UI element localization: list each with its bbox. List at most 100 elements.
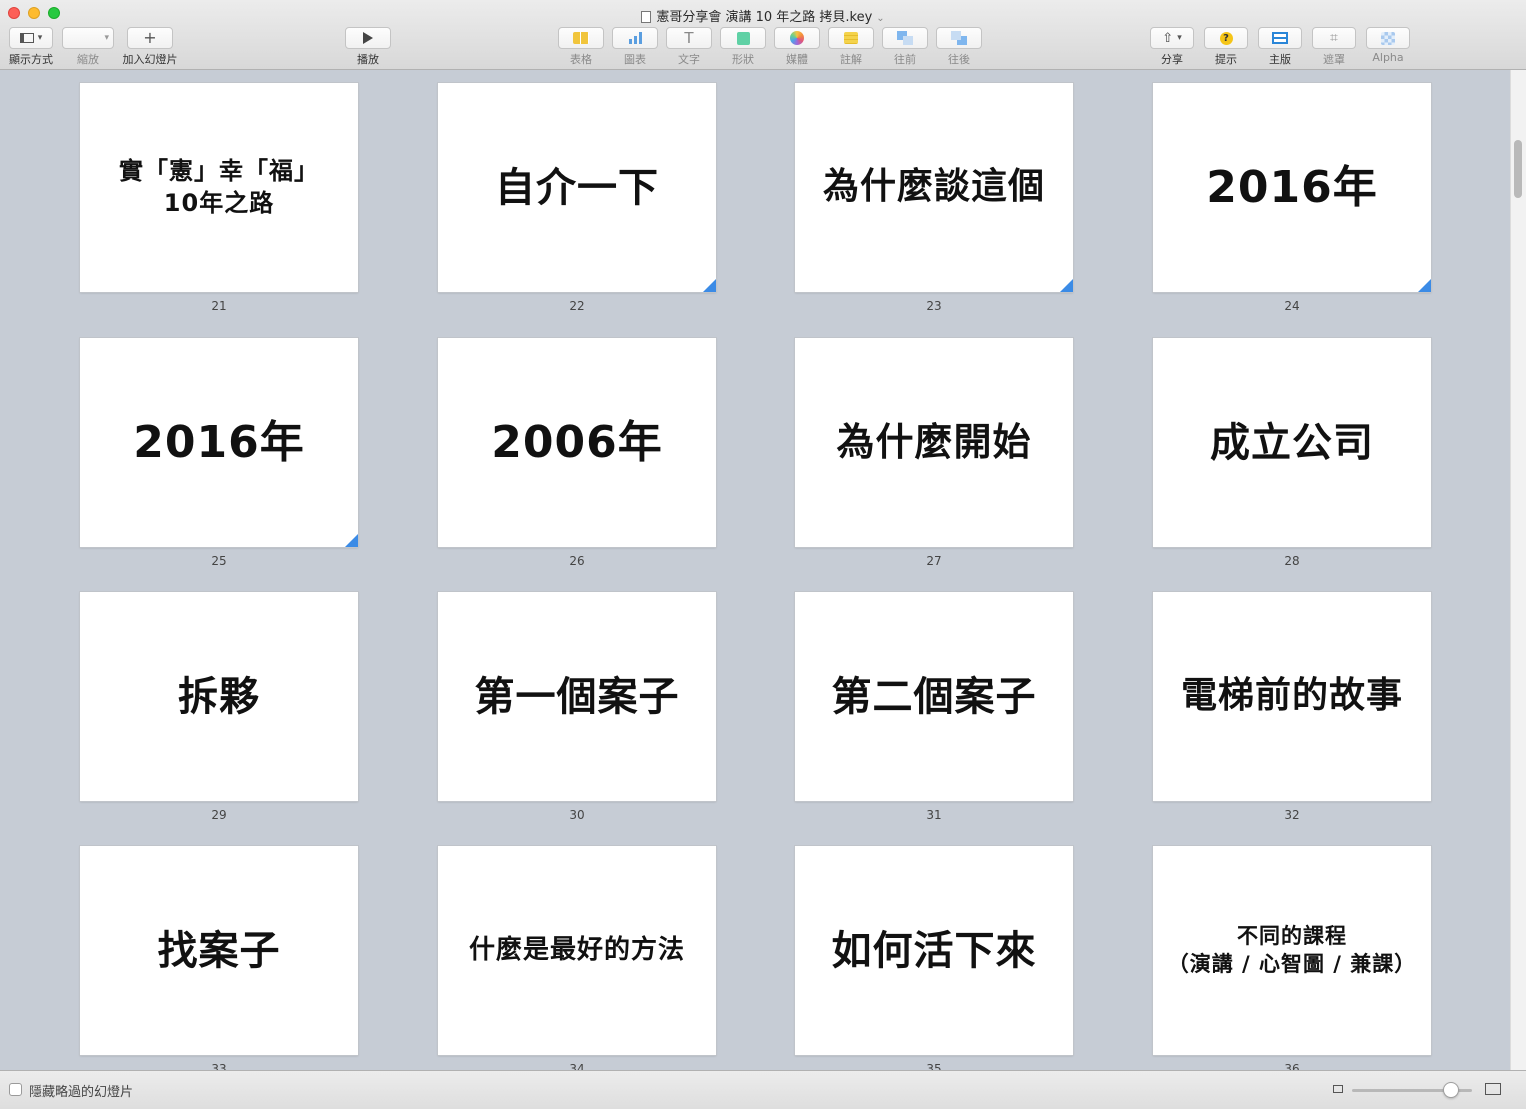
comment-button[interactable]: 註解 [828, 27, 874, 67]
mask-label: 遮罩 [1323, 53, 1345, 66]
play-button[interactable]: 播放 [345, 27, 391, 67]
slide-title-line: 2016年 [133, 416, 305, 468]
slide-number: 24 [1284, 299, 1300, 313]
table-icon [573, 32, 589, 44]
slide-number: 35 [926, 1062, 942, 1070]
slide-title-line: 實「憲」幸「福」 [119, 157, 319, 186]
slide-title: 2006年 [491, 414, 662, 471]
comment-label: 註解 [840, 53, 862, 66]
tips-label: 提示 [1215, 53, 1237, 66]
share-label: 分享 [1161, 53, 1183, 66]
play-triangle-icon [363, 32, 373, 44]
tips-button[interactable]: ? 提示 [1203, 27, 1249, 67]
slide-title: 成立公司 [1210, 417, 1374, 469]
slide-thumbnail[interactable]: 拆夥 [80, 592, 358, 801]
shape-button[interactable]: 形狀 [720, 27, 766, 67]
master-label: 主版 [1269, 53, 1291, 66]
zoom-label: 縮放 [77, 53, 99, 66]
slide-number: 25 [211, 554, 227, 568]
slide-title: 第二個案子 [832, 671, 1037, 723]
small-thumbnail-icon [1333, 1085, 1343, 1093]
slide-title-line: 什麼是最好的方法 [468, 934, 685, 965]
slide-title-line: 電梯前的故事 [1180, 675, 1403, 717]
toolbar: 憲哥分享會 演講 10 年之路 拷貝.key ⌄ ▾ 顯示方式 ▾ 縮放 + 加入… [0, 0, 1526, 70]
crop-icon: ⌗ [1330, 30, 1338, 46]
slide-thumbnail[interactable]: 找案子 [80, 846, 358, 1055]
skipped-slide-marker [1060, 279, 1073, 292]
slide-number: 32 [1284, 808, 1300, 822]
slide-title-line: 為什麼開始 [836, 419, 1032, 464]
chevron-down-icon[interactable]: ⌄ [876, 13, 884, 24]
text-button[interactable]: T 文字 [666, 27, 712, 67]
slide-title: 電梯前的故事 [1181, 673, 1403, 720]
slide-thumbnail[interactable]: 電梯前的故事 [1153, 592, 1431, 801]
alpha-label: Alpha [1372, 51, 1404, 64]
add-slide-button[interactable]: + 加入幻燈片 [122, 27, 178, 67]
slide-thumbnail[interactable]: 2006年 [438, 338, 716, 547]
slide-number: 22 [569, 299, 585, 313]
slide-thumbnail[interactable]: 什麼是最好的方法 [438, 846, 716, 1055]
chart-button[interactable]: 圖表 [612, 27, 658, 67]
slide-thumbnail[interactable]: 2016年 [80, 338, 358, 547]
skipped-slide-marker [345, 534, 358, 547]
slide-thumbnail[interactable]: 自介一下 [438, 83, 716, 292]
alpha-icon [1381, 31, 1395, 45]
hide-skipped-label[interactable]: 隱藏略過的幻燈片 [29, 1081, 133, 1100]
slide-thumbnail[interactable]: 為什麼談這個 [795, 83, 1073, 292]
slide-title: 第一個案子 [475, 671, 680, 723]
slide-thumbnail[interactable]: 第一個案子 [438, 592, 716, 801]
slide-title-line: 找案子 [157, 927, 281, 974]
table-label: 表格 [570, 53, 592, 66]
slide-number: 36 [1284, 1062, 1300, 1070]
scrollbar-thumb[interactable] [1514, 140, 1522, 198]
chevron-down-icon: ▾ [104, 33, 109, 43]
chart-icon [628, 32, 642, 44]
view-button[interactable]: ▾ 顯示方式 [8, 27, 54, 67]
slide-thumbnail[interactable]: 如何活下來 [795, 846, 1073, 1055]
mask-button[interactable]: ⌗ 遮罩 [1311, 27, 1357, 67]
shape-square-icon [736, 31, 750, 45]
slide-title: 如何活下來 [832, 925, 1037, 977]
sidebar-layout-icon [19, 33, 34, 43]
comment-note-icon [844, 32, 858, 44]
play-label: 播放 [357, 53, 379, 66]
slide-number: 28 [1284, 554, 1300, 568]
slide-title-line: 不同的課程 [1237, 924, 1347, 949]
zoom-button[interactable]: ▾ 縮放 [62, 27, 114, 67]
slide-number: 30 [569, 808, 585, 822]
slide-thumbnail[interactable]: 為什麼開始 [795, 338, 1073, 547]
slide-thumbnail[interactable]: 實「憲」幸「福」 10年之路 [80, 83, 358, 292]
slide-thumbnail[interactable]: 2016年 [1153, 83, 1431, 292]
slide-title-line: 如何活下來 [831, 927, 1037, 974]
slide-number: 21 [211, 299, 227, 313]
chart-label: 圖表 [624, 53, 646, 66]
master-slide-icon [1272, 32, 1288, 44]
master-button[interactable]: 主版 [1257, 27, 1303, 67]
slide-title: 找案子 [158, 925, 281, 977]
slide-thumbnail[interactable]: 第二個案子 [795, 592, 1073, 801]
slide-title-line: （演講 / 心智圖 / 兼課） [1167, 951, 1417, 976]
slide-thumbnail[interactable]: 成立公司 [1153, 338, 1431, 547]
send-backward-label: 往後 [948, 53, 970, 66]
light-table: 實「憲」幸「福」 10年之路 21 自介一下 22 為什麼談這個 23 2016年 24 2016… [0, 70, 1510, 1070]
slide-title-line: 第二個案子 [831, 673, 1037, 720]
share-button[interactable]: ⇧ ▾ 分享 [1149, 27, 1195, 67]
table-button[interactable]: 表格 [558, 27, 604, 67]
large-thumbnail-icon [1485, 1083, 1501, 1095]
slide-thumbnail[interactable]: 不同的課程 （演講 / 心智圖 / 兼課） [1153, 846, 1431, 1055]
slide-title: 為什麼開始 [836, 418, 1031, 467]
slide-title-line: 2016年 [1206, 161, 1378, 213]
alpha-button[interactable]: Alpha [1365, 27, 1411, 64]
chevron-down-icon: ▾ [37, 33, 43, 43]
window-title: 憲哥分享會 演講 10 年之路 拷貝.key ⌄ [0, 6, 1526, 25]
slide-title-line: 第一個案子 [474, 673, 680, 720]
slide-number: 29 [211, 808, 227, 822]
slider-knob[interactable] [1443, 1082, 1459, 1098]
media-label: 媒體 [786, 53, 808, 66]
send-backward-button[interactable]: 往後 [936, 27, 982, 67]
bring-forward-button[interactable]: 往前 [882, 27, 928, 67]
vertical-scrollbar[interactable] [1510, 70, 1526, 1070]
media-button[interactable]: 媒體 [774, 27, 820, 67]
hide-skipped-checkbox[interactable] [9, 1083, 22, 1096]
slide-number: 33 [211, 1062, 227, 1070]
